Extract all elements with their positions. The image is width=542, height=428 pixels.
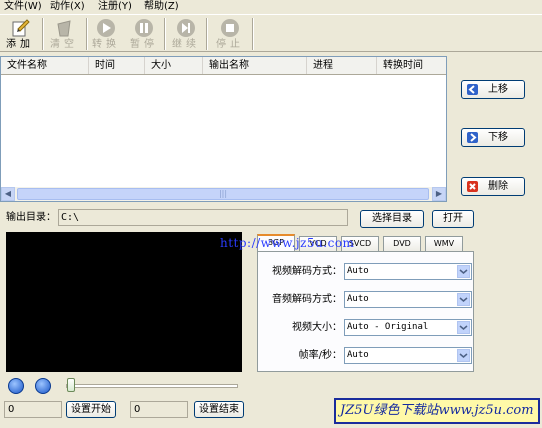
menu-help[interactable]: 帮助(Z) [144,0,179,14]
video-codec-label: 视频解码方式： [272,266,342,277]
stop-label: 停止 [216,39,244,50]
menu-register[interactable]: 注册(Y) [98,0,132,14]
delete-x-icon [467,181,478,192]
pause-label: 暂停 [130,39,158,50]
audio-codec-select[interactable]: Auto [344,291,472,308]
open-button[interactable]: 打开 [432,210,474,228]
skip-forward-icon [177,19,195,37]
audio-codec-value: Auto [347,294,369,304]
chevron-down-icon[interactable] [457,265,470,278]
file-list-header: 文件名称 时间 大小 输出名称 进程 转换时间 [1,57,446,75]
menu-bar: 文件(W) 动作(X) 注册(Y) 帮助(Z) [0,0,542,14]
column-header-size[interactable]: 大小 [145,57,203,74]
set-end-button[interactable]: 设置结束 [194,401,244,418]
column-header-output-name[interactable]: 输出名称 [203,57,307,74]
stop-control-icon[interactable] [35,378,51,394]
output-dir-label: 输出目录： [6,212,56,223]
stop-button[interactable]: 停止 [210,17,250,51]
convert-label: 转换 [92,39,120,50]
clear-button[interactable]: 清空 [44,17,84,51]
move-up-label: 上移 [488,84,508,95]
scroll-left-icon[interactable]: ◀ [1,187,15,201]
start-time-field[interactable]: 0 [4,401,62,418]
video-codec-select[interactable]: Auto [344,263,472,280]
audio-codec-label: 音频解码方式： [272,294,342,305]
move-up-button[interactable]: 上移 [461,80,525,99]
move-down-label: 下移 [488,132,508,143]
end-time-field[interactable]: 0 [130,401,188,418]
arrow-left-icon [467,84,478,95]
pause-icon [135,19,153,37]
menu-file[interactable]: 文件(W) [4,0,42,14]
column-header-progress[interactable]: 进程 [307,57,377,74]
column-header-time[interactable]: 时间 [89,57,145,74]
toolbar-separator [252,18,254,50]
play-icon [97,19,115,37]
horizontal-scrollbar[interactable]: ◀ ||| ▶ [1,187,446,201]
file-list[interactable]: 文件名称 时间 大小 输出名称 进程 转换时间 ◀ ||| ▶ [0,56,447,202]
arrow-right-icon [467,132,478,143]
settings-panel: 视频解码方式： Auto 音频解码方式： Auto 视频大小： Auto - O… [257,251,474,372]
stop-icon [221,19,239,37]
toolbar: 添加 清空 转换 暂停 继续 停止 [0,14,542,52]
chevron-down-icon[interactable] [457,349,470,362]
choose-dir-button[interactable]: 选择目录 [360,210,424,228]
set-start-button[interactable]: 设置开始 [66,401,116,418]
video-size-value: Auto - Original [347,322,429,332]
video-size-select[interactable]: Auto - Original [344,319,472,336]
delete-button[interactable]: 删除 [461,177,525,196]
toolbar-separator [206,18,208,50]
fps-value: Auto [347,350,369,360]
video-codec-value: Auto [347,266,369,276]
convert-button[interactable]: 转换 [86,17,126,51]
seek-slider-thumb[interactable] [67,378,75,392]
column-header-filename[interactable]: 文件名称 [1,57,89,74]
column-header-convert-time[interactable]: 转换时间 [377,57,446,74]
move-down-button[interactable]: 下移 [461,128,525,147]
resume-label: 继续 [172,39,200,50]
play-control-icon[interactable] [8,378,24,394]
delete-label: 删除 [488,181,508,192]
brand-banner: JZ5U绿色下载站www.jz5u.com [334,398,540,424]
output-dir-field[interactable]: C:\ [58,209,348,226]
add-button[interactable]: 添加 [0,17,40,51]
scroll-right-icon[interactable]: ▶ [432,187,446,201]
resume-button[interactable]: 继续 [166,17,206,51]
clear-icon [57,20,71,37]
add-file-icon [12,19,30,37]
fps-select[interactable]: Auto [344,347,472,364]
tab-wmv[interactable]: WMV [425,236,463,252]
chevron-down-icon[interactable] [457,321,470,334]
watermark-url: http://www.jz5u.com [220,236,355,250]
seek-slider-track[interactable] [66,384,238,388]
pause-button[interactable]: 暂停 [124,17,164,51]
video-preview [6,232,242,372]
video-size-label: 视频大小： [292,322,342,333]
add-label: 添加 [6,39,34,50]
menu-action[interactable]: 动作(X) [50,0,85,14]
chevron-down-icon[interactable] [457,293,470,306]
fps-label: 帧率/秒： [298,350,342,361]
scroll-thumb[interactable]: ||| [17,188,429,200]
clear-label: 清空 [50,39,78,50]
tab-dvd[interactable]: DVD [383,236,421,252]
